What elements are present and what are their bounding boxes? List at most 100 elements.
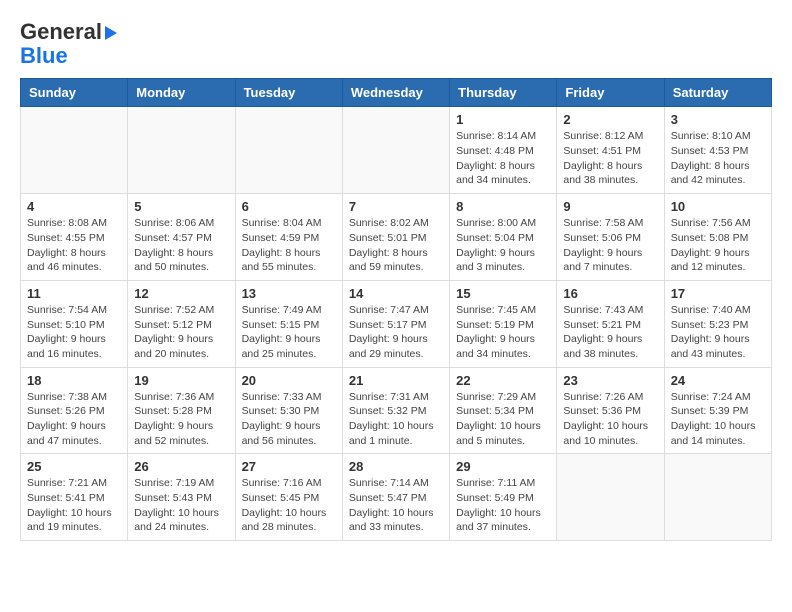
calendar-cell: 2Sunrise: 8:12 AM Sunset: 4:51 PM Daylig… (557, 107, 664, 194)
day-info: Sunrise: 7:33 AM Sunset: 5:30 PM Dayligh… (242, 390, 336, 449)
day-info: Sunrise: 8:06 AM Sunset: 4:57 PM Dayligh… (134, 216, 228, 275)
day-info: Sunrise: 7:11 AM Sunset: 5:49 PM Dayligh… (456, 476, 550, 535)
day-info: Sunrise: 7:36 AM Sunset: 5:28 PM Dayligh… (134, 390, 228, 449)
day-number: 21 (349, 373, 443, 388)
day-info: Sunrise: 7:40 AM Sunset: 5:23 PM Dayligh… (671, 303, 765, 362)
day-number: 4 (27, 199, 121, 214)
calendar-cell: 15 Sunrise: 7:45 AM Sunset: 5:19 PM Dayli… (450, 280, 557, 367)
calendar-cell: 6 Sunrise: 8:04 AM Sunset: 4:59 PM Daylig… (235, 194, 342, 281)
day-number: 12 (134, 286, 228, 301)
day-info: Sunrise: 7:47 AM Sunset: 5:17 PM Dayligh… (349, 303, 443, 362)
calendar-cell: 5 Sunrise: 8:06 AM Sunset: 4:57 PM Daylig… (128, 194, 235, 281)
day-number: 17 (671, 286, 765, 301)
calendar-cell: 28Sunrise: 7:14 AM Sunset: 5:47 PM Dayli… (342, 454, 449, 541)
calendar-cell: 10 Sunrise: 7:56 AM Sunset: 5:08 PM Dayli… (664, 194, 771, 281)
day-info: Sunrise: 8:02 AM Sunset: 5:01 PM Dayligh… (349, 216, 443, 275)
day-info: Sunrise: 7:26 AM Sunset: 5:36 PM Dayligh… (563, 390, 657, 449)
calendar-cell: 22 Sunrise: 7:29 AM Sunset: 5:34 PM Dayli… (450, 367, 557, 454)
calendar-week-row: 4 Sunrise: 8:08 AM Sunset: 4:55 PM Daylig… (21, 194, 772, 281)
day-number: 26 (134, 459, 228, 474)
day-info: Sunrise: 8:08 AM Sunset: 4:55 PM Dayligh… (27, 216, 121, 275)
day-number: 19 (134, 373, 228, 388)
day-info: Sunrise: 7:54 AM Sunset: 5:10 PM Dayligh… (27, 303, 121, 362)
day-number: 18 (27, 373, 121, 388)
day-number: 16 (563, 286, 657, 301)
calendar-cell (21, 107, 128, 194)
day-number: 2 (563, 112, 657, 127)
day-info: Sunrise: 8:10 AM Sunset: 4:53 PM Dayligh… (671, 129, 765, 188)
calendar-cell: 7 Sunrise: 8:02 AM Sunset: 5:01 PM Daylig… (342, 194, 449, 281)
calendar-cell (342, 107, 449, 194)
day-number: 20 (242, 373, 336, 388)
day-number: 27 (242, 459, 336, 474)
calendar-cell: 24 Sunrise: 7:24 AM Sunset: 5:39 PM Dayli… (664, 367, 771, 454)
day-number: 3 (671, 112, 765, 127)
calendar-cell (664, 454, 771, 541)
day-number: 15 (456, 286, 550, 301)
day-number: 9 (563, 199, 657, 214)
calendar-cell: 13 Sunrise: 7:49 AM Sunset: 5:15 PM Dayli… (235, 280, 342, 367)
day-info: Sunrise: 8:04 AM Sunset: 4:59 PM Dayligh… (242, 216, 336, 275)
calendar: SundayMondayTuesdayWednesdayThursdayFrid… (20, 78, 772, 541)
day-info: Sunrise: 7:24 AM Sunset: 5:39 PM Dayligh… (671, 390, 765, 449)
logo-blue: Blue (20, 44, 68, 68)
day-info: Sunrise: 7:14 AM Sunset: 5:47 PM Dayligh… (349, 476, 443, 535)
calendar-cell: 1Sunrise: 8:14 AM Sunset: 4:48 PM Daylig… (450, 107, 557, 194)
day-number: 6 (242, 199, 336, 214)
day-info: Sunrise: 7:45 AM Sunset: 5:19 PM Dayligh… (456, 303, 550, 362)
day-info: Sunrise: 7:49 AM Sunset: 5:15 PM Dayligh… (242, 303, 336, 362)
calendar-cell: 12 Sunrise: 7:52 AM Sunset: 5:12 PM Dayli… (128, 280, 235, 367)
calendar-cell (128, 107, 235, 194)
day-info: Sunrise: 7:29 AM Sunset: 5:34 PM Dayligh… (456, 390, 550, 449)
calendar-cell: 19 Sunrise: 7:36 AM Sunset: 5:28 PM Dayli… (128, 367, 235, 454)
day-number: 29 (456, 459, 550, 474)
calendar-cell: 18 Sunrise: 7:38 AM Sunset: 5:26 PM Dayli… (21, 367, 128, 454)
day-number: 5 (134, 199, 228, 214)
day-info: Sunrise: 7:19 AM Sunset: 5:43 PM Dayligh… (134, 476, 228, 535)
day-of-week-header: Thursday (450, 79, 557, 107)
calendar-cell (235, 107, 342, 194)
day-number: 14 (349, 286, 443, 301)
logo-text: General (20, 20, 117, 44)
calendar-cell: 8 Sunrise: 8:00 AM Sunset: 5:04 PM Daylig… (450, 194, 557, 281)
day-info: Sunrise: 7:16 AM Sunset: 5:45 PM Dayligh… (242, 476, 336, 535)
calendar-cell: 25Sunrise: 7:21 AM Sunset: 5:41 PM Dayli… (21, 454, 128, 541)
day-number: 24 (671, 373, 765, 388)
day-info: Sunrise: 7:38 AM Sunset: 5:26 PM Dayligh… (27, 390, 121, 449)
day-number: 8 (456, 199, 550, 214)
calendar-week-row: 25Sunrise: 7:21 AM Sunset: 5:41 PM Dayli… (21, 454, 772, 541)
day-of-week-header: Monday (128, 79, 235, 107)
day-of-week-header: Sunday (21, 79, 128, 107)
day-of-week-header: Saturday (664, 79, 771, 107)
calendar-week-row: 1Sunrise: 8:14 AM Sunset: 4:48 PM Daylig… (21, 107, 772, 194)
calendar-cell: 27 Sunrise: 7:16 AM Sunset: 5:45 PM Dayli… (235, 454, 342, 541)
day-number: 10 (671, 199, 765, 214)
logo: General Blue (20, 20, 117, 68)
calendar-cell: 16 Sunrise: 7:43 AM Sunset: 5:21 PM Dayli… (557, 280, 664, 367)
day-number: 25 (27, 459, 121, 474)
day-info: Sunrise: 7:43 AM Sunset: 5:21 PM Dayligh… (563, 303, 657, 362)
day-number: 7 (349, 199, 443, 214)
calendar-cell: 21 Sunrise: 7:31 AM Sunset: 5:32 PM Dayli… (342, 367, 449, 454)
calendar-cell: 20 Sunrise: 7:33 AM Sunset: 5:30 PM Dayli… (235, 367, 342, 454)
day-of-week-header: Friday (557, 79, 664, 107)
calendar-cell: 14 Sunrise: 7:47 AM Sunset: 5:17 PM Dayli… (342, 280, 449, 367)
day-number: 22 (456, 373, 550, 388)
day-of-week-header: Tuesday (235, 79, 342, 107)
day-info: Sunrise: 8:00 AM Sunset: 5:04 PM Dayligh… (456, 216, 550, 275)
calendar-cell: 4 Sunrise: 8:08 AM Sunset: 4:55 PM Daylig… (21, 194, 128, 281)
calendar-header-row: SundayMondayTuesdayWednesdayThursdayFrid… (21, 79, 772, 107)
calendar-cell: 3 Sunrise: 8:10 AM Sunset: 4:53 PM Daylig… (664, 107, 771, 194)
day-of-week-header: Wednesday (342, 79, 449, 107)
header: General Blue (20, 20, 772, 68)
day-info: Sunrise: 8:14 AM Sunset: 4:48 PM Dayligh… (456, 129, 550, 188)
day-info: Sunrise: 7:58 AM Sunset: 5:06 PM Dayligh… (563, 216, 657, 275)
calendar-cell: 9 Sunrise: 7:58 AM Sunset: 5:06 PM Daylig… (557, 194, 664, 281)
day-number: 13 (242, 286, 336, 301)
day-info: Sunrise: 7:56 AM Sunset: 5:08 PM Dayligh… (671, 216, 765, 275)
day-info: Sunrise: 7:31 AM Sunset: 5:32 PM Dayligh… (349, 390, 443, 449)
calendar-cell: 11Sunrise: 7:54 AM Sunset: 5:10 PM Dayli… (21, 280, 128, 367)
day-info: Sunrise: 7:52 AM Sunset: 5:12 PM Dayligh… (134, 303, 228, 362)
calendar-cell: 23Sunrise: 7:26 AM Sunset: 5:36 PM Dayli… (557, 367, 664, 454)
calendar-cell (557, 454, 664, 541)
